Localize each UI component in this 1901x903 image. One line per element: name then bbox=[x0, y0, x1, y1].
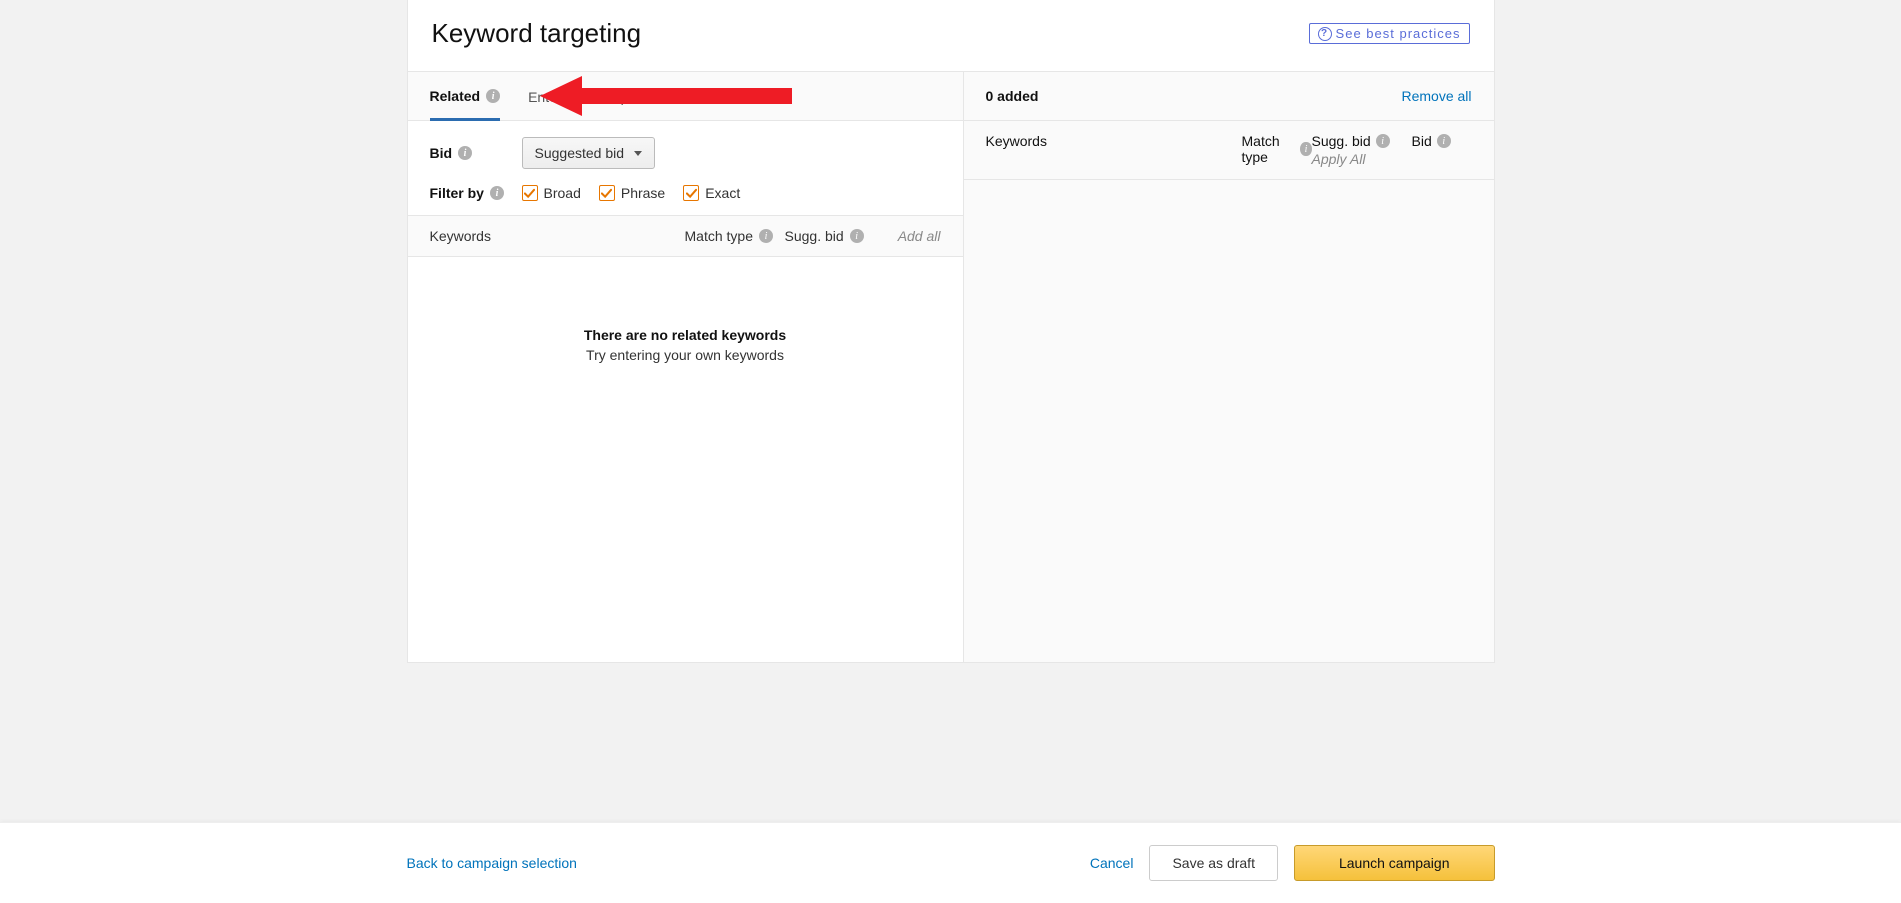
filter-label-text: Filter by bbox=[430, 185, 484, 201]
info-icon: i bbox=[1376, 134, 1390, 148]
right-col-sugg-bid: Sugg. bid bbox=[1312, 133, 1371, 149]
tab-related[interactable]: Related i bbox=[430, 88, 501, 121]
right-col-match-type: Match type bbox=[1242, 133, 1296, 165]
bid-label-text: Bid bbox=[430, 145, 453, 161]
filter-label: Filter by i bbox=[430, 185, 508, 201]
page-title: Keyword targeting bbox=[432, 18, 642, 49]
tab-enter-list-label: Enter list bbox=[528, 89, 582, 105]
empty-title: There are no related keywords bbox=[408, 327, 963, 343]
info-icon: i bbox=[490, 186, 504, 200]
help-icon: ? bbox=[1318, 27, 1332, 41]
filter-broad-checkbox[interactable]: Broad bbox=[522, 185, 581, 201]
apply-all-link[interactable]: Apply All bbox=[1312, 151, 1412, 167]
checkbox-icon bbox=[683, 185, 699, 201]
filter-exact-checkbox[interactable]: Exact bbox=[683, 185, 740, 201]
bid-select-value: Suggested bid bbox=[535, 145, 625, 161]
best-practices-label: See best practices bbox=[1336, 26, 1461, 41]
left-col-match-type: Match type bbox=[685, 228, 753, 244]
tab-upload-file[interactable]: Upload file bbox=[611, 88, 677, 120]
see-best-practices-link[interactable]: ? See best practices bbox=[1309, 23, 1470, 44]
filter-exact-label: Exact bbox=[705, 185, 740, 201]
info-icon: i bbox=[850, 229, 864, 243]
tab-related-label: Related bbox=[430, 88, 481, 104]
filter-broad-label: Broad bbox=[544, 185, 581, 201]
back-link[interactable]: Back to campaign selection bbox=[407, 855, 577, 871]
right-col-keywords: Keywords bbox=[986, 133, 1242, 167]
empty-subtitle: Try entering your own keywords bbox=[408, 347, 963, 363]
info-icon: i bbox=[486, 89, 500, 103]
info-icon: i bbox=[759, 229, 773, 243]
chevron-down-icon bbox=[634, 151, 642, 156]
added-count: 0 added bbox=[986, 88, 1039, 104]
save-draft-button[interactable]: Save as draft bbox=[1149, 845, 1278, 881]
tab-upload-file-label: Upload file bbox=[611, 89, 677, 105]
filter-phrase-label: Phrase bbox=[621, 185, 665, 201]
bid-label: Bid i bbox=[430, 145, 508, 161]
info-icon: i bbox=[458, 146, 472, 160]
filter-phrase-checkbox[interactable]: Phrase bbox=[599, 185, 665, 201]
info-icon: i bbox=[1300, 142, 1311, 156]
left-col-keywords: Keywords bbox=[430, 228, 685, 244]
info-icon: i bbox=[1437, 134, 1451, 148]
bid-select[interactable]: Suggested bid bbox=[522, 137, 656, 169]
right-col-bid: Bid bbox=[1412, 133, 1432, 149]
checkbox-icon bbox=[522, 185, 538, 201]
tab-enter-list[interactable]: Enter list bbox=[528, 88, 582, 120]
launch-campaign-button[interactable]: Launch campaign bbox=[1294, 845, 1495, 881]
cancel-button[interactable]: Cancel bbox=[1090, 855, 1134, 871]
remove-all-link[interactable]: Remove all bbox=[1401, 88, 1471, 104]
add-all-link[interactable]: Add all bbox=[885, 228, 941, 244]
checkbox-icon bbox=[599, 185, 615, 201]
left-col-sugg-bid: Sugg. bid bbox=[785, 228, 844, 244]
